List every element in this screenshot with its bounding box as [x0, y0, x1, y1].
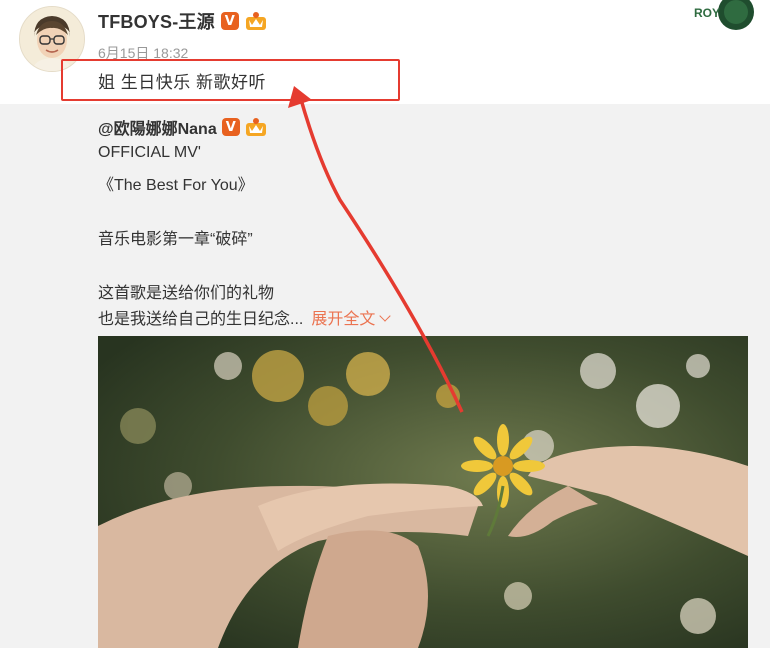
repost-line: 《The Best For You》	[98, 177, 254, 194]
repost-line: 音乐电影第一章“破碎”	[98, 231, 253, 248]
post-text: 姐 生日快乐 新歌好听	[98, 73, 266, 92]
repost-line: 这首歌是送给你们的礼物	[98, 285, 275, 302]
expand-full-text-link[interactable]: 展开全文	[311, 310, 392, 328]
chevron-down-icon	[379, 310, 392, 322]
corner-logo: ROY	[692, 0, 770, 32]
author-name[interactable]: TFBOYS-王源	[98, 8, 215, 34]
author-row: TFBOYS-王源 V	[98, 8, 267, 34]
verified-badge-icon: V	[220, 12, 239, 30]
post-header: TFBOYS-王源 V 6月15日 18:32 姐 生日快乐 新歌好听 ROY	[0, 0, 770, 104]
repost-author[interactable]: @欧陽娜娜Nana	[98, 115, 217, 139]
repost-line-text: 也是我送给自己的生日纪念...	[98, 311, 304, 328]
repost-line: OFFICIAL MV'	[98, 144, 201, 161]
corner-logo-text: ROY	[694, 6, 720, 20]
repost-card[interactable]: @欧陽娜娜Nana V OFFICIAL MV' 《The Best For Y…	[0, 104, 770, 648]
expand-label: 展开全文	[311, 311, 376, 328]
crown-icon	[245, 118, 266, 136]
crown-icon	[245, 12, 266, 30]
repost-author-row: @欧陽娜娜Nana V	[98, 115, 267, 139]
repost-line-last: 也是我送给自己的生日纪念... 展开全文	[98, 305, 392, 329]
verified-badge-icon: V	[221, 118, 240, 136]
video-thumbnail[interactable]	[98, 336, 748, 648]
